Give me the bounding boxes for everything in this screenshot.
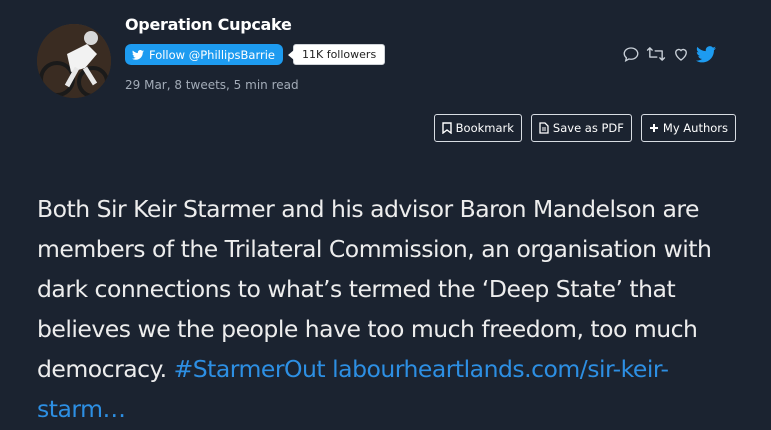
followers-count: 11K followers xyxy=(287,44,386,65)
twitter-bird-icon[interactable] xyxy=(696,45,716,63)
tweet-body: Both Sir Keir Starmer and his advisor Ba… xyxy=(37,189,742,429)
like-icon[interactable] xyxy=(672,45,690,63)
my-authors-label: My Authors xyxy=(662,121,728,135)
follow-button[interactable]: Follow @PhillipsBarrie xyxy=(125,44,283,65)
bookmark-button[interactable]: Bookmark xyxy=(433,114,522,142)
plus-icon xyxy=(649,124,658,132)
pdf-file-icon xyxy=(539,122,549,134)
author-name[interactable]: Operation Cupcake xyxy=(125,15,292,34)
bookmark-icon xyxy=(441,122,452,134)
thread-meta: 29 Mar, 8 tweets, 5 min read xyxy=(125,78,299,92)
reply-icon[interactable] xyxy=(622,45,640,63)
retweet-icon[interactable] xyxy=(646,45,666,63)
author-avatar[interactable] xyxy=(37,24,111,98)
save-pdf-button[interactable]: Save as PDF xyxy=(530,114,632,142)
thread-toolbar: Bookmark Save as PDF My Authors xyxy=(433,114,736,142)
follow-label: Follow @PhillipsBarrie xyxy=(149,47,275,62)
my-authors-button[interactable]: My Authors xyxy=(640,114,736,142)
bookmark-label: Bookmark xyxy=(455,121,514,135)
hashtag-link[interactable]: #StarmerOut xyxy=(174,355,326,383)
save-pdf-label: Save as PDF xyxy=(552,121,624,135)
tweet-actions xyxy=(622,45,716,63)
twitter-bird-icon xyxy=(132,49,144,60)
